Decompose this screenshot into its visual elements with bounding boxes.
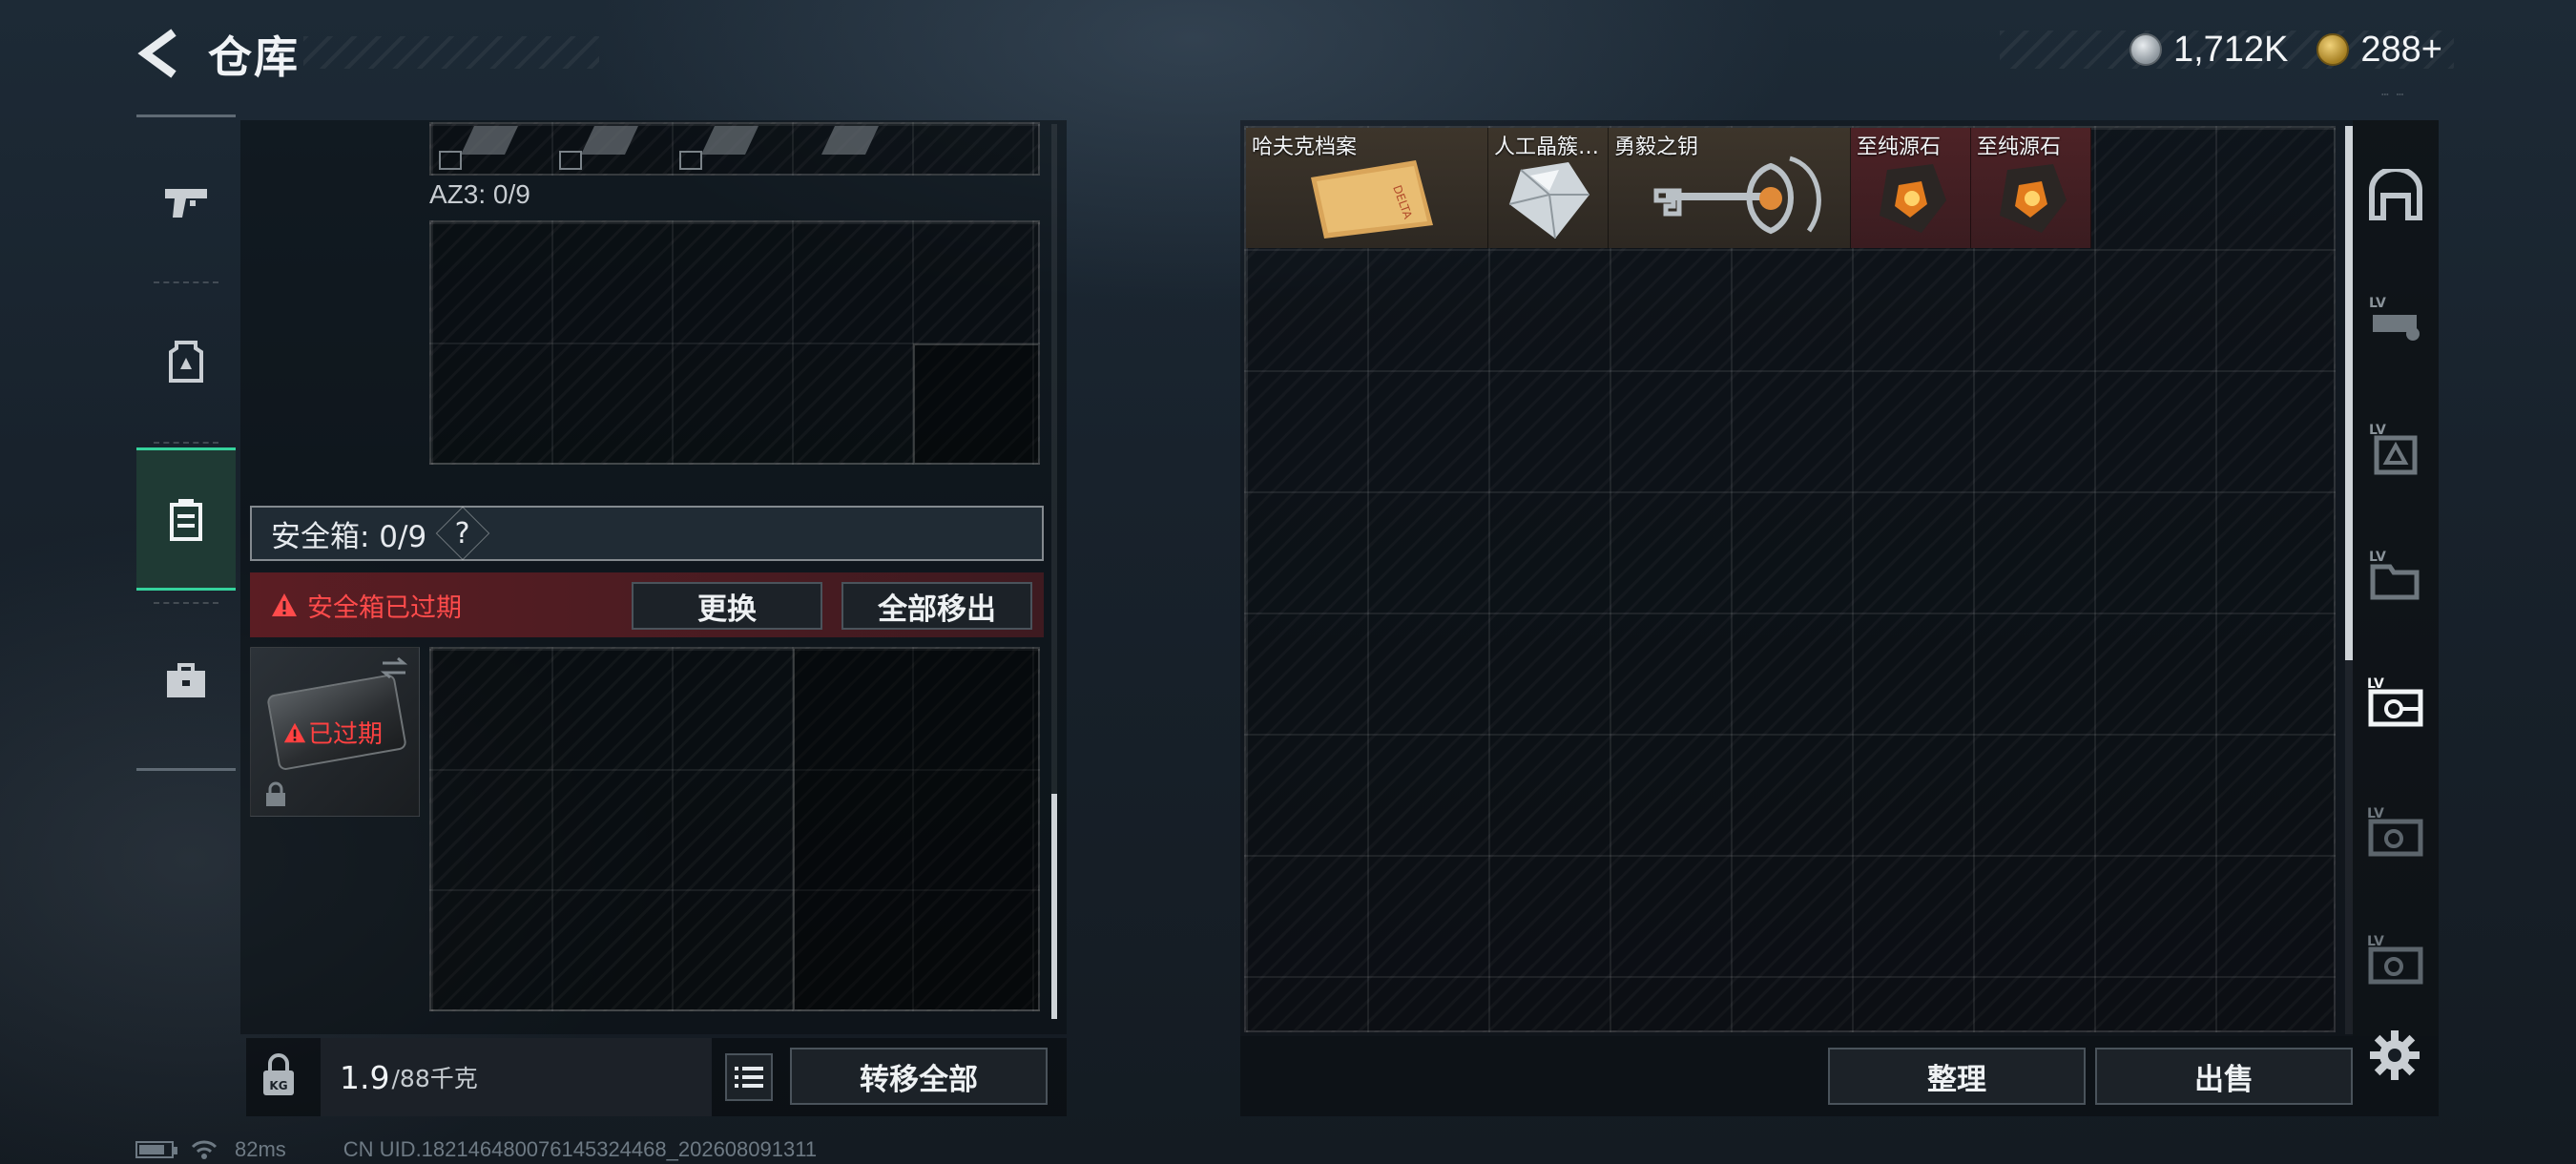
stash-item-key[interactable]: 勇毅之钥 [1609, 128, 1851, 248]
lv-keycard-icon: LV [2367, 676, 2423, 727]
stash-tab-keys-active[interactable]: LV [2357, 655, 2435, 750]
item-label: 勇毅之钥 [1614, 135, 1699, 159]
stash-tab-overview[interactable] [2357, 147, 2435, 242]
warning-icon [283, 722, 306, 742]
gold-coin-icon [2316, 33, 2350, 66]
stash-tab-misc[interactable]: LV [2357, 912, 2435, 1008]
inventory-scrollbar-thumb[interactable] [1051, 794, 1057, 1019]
stash-item-archive[interactable]: 哈夫克档案 DELTA [1246, 128, 1488, 248]
silver-coin-icon [2129, 33, 2162, 66]
attachment-item[interactable] [790, 122, 910, 176]
svg-text:LV: LV [2369, 296, 2386, 311]
svg-text:KG: KG [269, 1079, 287, 1092]
item-label: 至纯源石 [1857, 135, 1942, 159]
stash-item-source-stone[interactable]: 至纯源石 [1971, 128, 2091, 248]
armor-vest-icon [169, 341, 203, 383]
stash-tab-armor[interactable]: LV [2357, 401, 2435, 496]
item-label: 至纯源石 [1977, 135, 2062, 159]
silver-currency-value: 1,712K [2172, 29, 2289, 70]
lv-armor-icon: LV [2369, 423, 2418, 475]
stash-tab-containers[interactable]: LV [2357, 527, 2435, 622]
attachment-item[interactable] [550, 122, 670, 176]
page-title: 仓库 [208, 31, 300, 83]
container-az3-blocked-cell [913, 343, 1038, 463]
safebox-expired-text: 安全箱已过期 [307, 592, 462, 623]
ping-text: 82ms [235, 1137, 286, 1161]
document-folder-icon: DELTA [1311, 160, 1433, 239]
weight-current: 1.9 [340, 1058, 390, 1096]
pistol-icon [165, 189, 207, 218]
gear-icon[interactable] [2366, 1027, 2423, 1084]
briefcase-icon [167, 663, 205, 697]
stash-scrollbar-thumb[interactable] [2345, 126, 2353, 660]
container-az3-label: AZ3: 0/9 [429, 179, 530, 209]
stash-tab-items[interactable]: LV [2357, 784, 2435, 880]
stash-item-crystal[interactable]: 人工晶簇… [1488, 128, 1609, 248]
sort-button[interactable]: 整理 [1828, 1048, 2086, 1105]
replace-button[interactable]: 更换 [632, 582, 822, 630]
category-armor[interactable] [136, 291, 236, 434]
sell-button[interactable]: 出售 [2095, 1048, 2353, 1105]
left-category-sidebar [136, 114, 236, 771]
safebox-title: 安全箱: 0/9 [271, 519, 427, 554]
swap-icon[interactable] [379, 655, 409, 680]
lv-item-icon: LV [2367, 806, 2423, 857]
backpack-icon [170, 499, 202, 541]
list-view-button[interactable] [725, 1053, 773, 1101]
top-items-row [429, 122, 1040, 176]
lv-folder-icon: LV [2369, 550, 2420, 600]
stash-grid[interactable] [1244, 126, 2336, 1032]
item-label: 哈夫克档案 [1252, 135, 1358, 159]
corner-decoration: ⋯ ⋯ [2381, 88, 2404, 102]
stash-item-source-stone[interactable]: 至纯源石 [1851, 128, 1971, 248]
move-all-out-button[interactable]: 全部移出 [841, 582, 1032, 630]
source-stone-icon [1880, 164, 1946, 233]
source-stone-icon [2000, 164, 2067, 233]
category-weapon[interactable] [136, 131, 236, 274]
warehouse-icon [2369, 169, 2422, 220]
uid-text: CN UID.1821464800761453244​68_2026080913… [343, 1137, 818, 1161]
lv-misc-icon: LV [2367, 934, 2423, 985]
lv-weapon-icon: LV [2369, 296, 2420, 341]
back-arrow-icon[interactable] [135, 27, 181, 80]
weight-lock-icon[interactable]: KG [260, 1051, 298, 1099]
expired-badge: 已过期 [283, 715, 383, 750]
attachment-item[interactable] [429, 122, 550, 176]
battery-icon [135, 1141, 177, 1158]
safebox-slot[interactable]: 已过期 [250, 647, 420, 817]
safebox-header: 安全箱: 0/9 ? [250, 506, 1044, 561]
crystal-icon [1508, 162, 1589, 239]
stash-tab-weapons[interactable]: LV [2357, 271, 2435, 366]
currency-bar: 1,712K 288+ [2000, 29, 2454, 70]
attachment-item[interactable] [670, 122, 790, 176]
item-label: 人工晶簇… [1494, 135, 1600, 159]
category-briefcase[interactable] [136, 610, 236, 753]
safebox-locked-area [793, 649, 1038, 1009]
svg-text:LV: LV [2369, 550, 2386, 565]
safebox-help-button[interactable]: ? [435, 506, 490, 561]
gold-currency-value: 288+ [2360, 29, 2442, 70]
status-bar: 82ms CN UID.1821464800761453244​68_20260… [135, 1137, 817, 1162]
wifi-icon [191, 1140, 218, 1159]
category-backpack[interactable] [136, 447, 236, 591]
list-icon [735, 1067, 763, 1088]
weight-max: /88千克 [391, 1065, 478, 1092]
weight-display: 1.9 /88千克 [321, 1038, 712, 1116]
title-decoration [303, 36, 599, 69]
warning-icon [272, 593, 297, 616]
lock-icon [266, 781, 285, 806]
ornate-key-icon [1653, 156, 1821, 235]
transfer-all-button[interactable]: 转移全部 [790, 1048, 1048, 1105]
